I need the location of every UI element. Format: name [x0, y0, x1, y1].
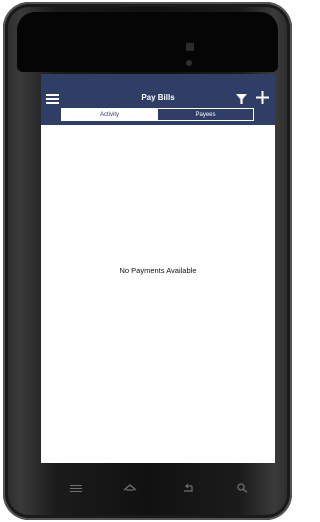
back-icon[interactable] — [179, 482, 197, 494]
app-screen: Pay Bills Activity Payees No Payments Av… — [41, 74, 275, 463]
phone-device-frame: Pay Bills Activity Payees No Payments Av… — [3, 2, 292, 520]
home-icon[interactable] — [121, 482, 139, 494]
page-title: Pay Bills — [141, 93, 175, 102]
tab-payees[interactable]: Payees — [157, 109, 253, 120]
device-navigation-bar — [17, 465, 278, 507]
phone-top-bezel — [17, 12, 278, 72]
speaker-icon — [186, 43, 194, 51]
payments-content: No Payments Available — [41, 125, 275, 463]
tab-activity[interactable]: Activity — [62, 109, 157, 120]
segmented-tabs: Activity Payees — [61, 108, 254, 121]
hamburger-menu-icon[interactable] — [46, 94, 59, 104]
filter-icon[interactable] — [236, 94, 247, 104]
search-icon[interactable] — [234, 482, 252, 494]
empty-state-message: No Payments Available — [119, 266, 197, 275]
menu-icon[interactable] — [67, 482, 85, 494]
app-header: Pay Bills Activity Payees — [41, 74, 275, 125]
add-icon[interactable] — [256, 91, 269, 104]
camera-icon — [186, 60, 192, 66]
